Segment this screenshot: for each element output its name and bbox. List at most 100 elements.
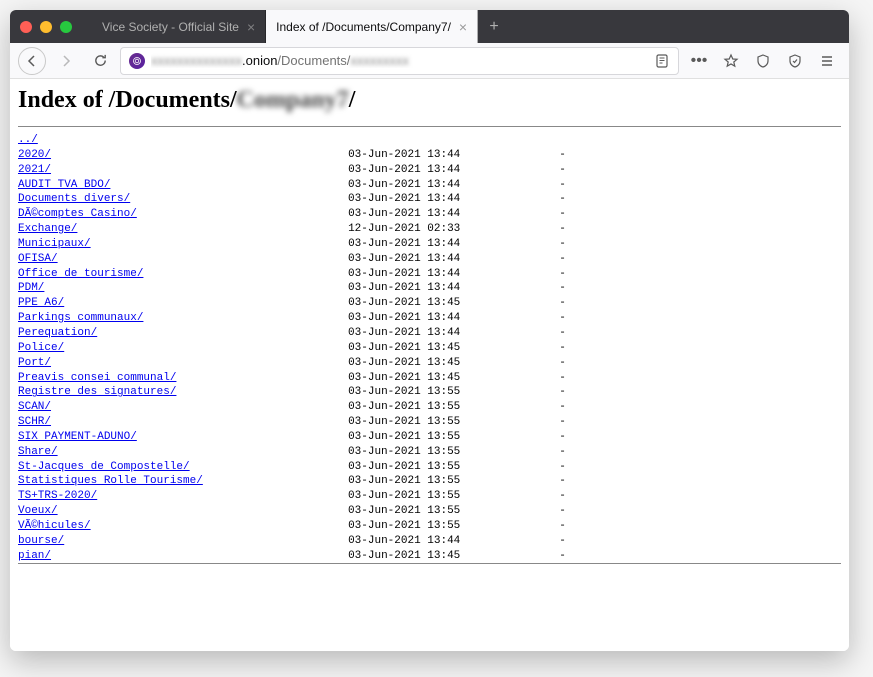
url-host-blurred: xxxxxxxxxxxxxx (151, 53, 242, 68)
directory-link[interactable]: DÃ©comptes Casino/ (18, 208, 137, 220)
more-actions-icon[interactable]: ••• (685, 47, 713, 75)
list-item: TS+TRS-2020/ 03-Jun-2021 13:55 - (18, 489, 841, 504)
list-item: OFISA/ 03-Jun-2021 13:44 - (18, 252, 841, 267)
list-item: Municipaux/ 03-Jun-2021 13:44 - (18, 237, 841, 252)
arrow-left-icon (24, 53, 40, 69)
tab-title: Index of /Documents/Company7/ (276, 20, 451, 34)
list-item: Parkings communaux/ 03-Jun-2021 13:44 - (18, 311, 841, 326)
list-item: SCAN/ 03-Jun-2021 13:55 - (18, 400, 841, 415)
list-item: Statistiques Rolle Tourisme/ 03-Jun-2021… (18, 474, 841, 489)
directory-link[interactable]: AUDIT TVA BDO/ (18, 179, 110, 191)
list-item: 2020/ 03-Jun-2021 13:44 - (18, 148, 841, 163)
list-item: Perequation/ 03-Jun-2021 13:44 - (18, 326, 841, 341)
directory-link[interactable]: Exchange/ (18, 223, 77, 235)
list-item: pian/ 03-Jun-2021 13:45 - (18, 549, 841, 564)
toolbar-right: ••• (685, 47, 841, 75)
url-path: /Documents/ (277, 53, 350, 68)
menu-icon[interactable] (813, 47, 841, 75)
nav-bar: xxxxxxxxxxxxxx.onion/Documents/xxxxxxxxx… (10, 43, 849, 79)
security-level-icon[interactable] (781, 47, 809, 75)
directory-link[interactable]: bourse/ (18, 535, 64, 547)
directory-link[interactable]: Police/ (18, 342, 64, 354)
heading-blurred: Company7 (237, 87, 349, 113)
directory-link[interactable]: Parkings communaux/ (18, 312, 143, 324)
directory-listing: ../ 2020/ 03-Jun-2021 13:44 -2021/ 03-Jun… (18, 133, 841, 563)
directory-link[interactable]: Documents divers/ (18, 193, 130, 205)
tab-inactive[interactable]: Vice Society - Official Site × (92, 10, 266, 43)
list-item: St-Jacques de Compostelle/ 03-Jun-2021 1… (18, 460, 841, 475)
list-item: SIX PAYMENT-ADUNO/ 03-Jun-2021 13:55 - (18, 430, 841, 445)
url-bar[interactable]: xxxxxxxxxxxxxx.onion/Documents/xxxxxxxxx (120, 47, 679, 75)
list-item: Documents divers/ 03-Jun-2021 13:44 - (18, 192, 841, 207)
directory-link[interactable]: Voeux/ (18, 505, 58, 517)
url-onion: .onion (242, 53, 277, 68)
divider-bottom (18, 563, 841, 564)
bookmark-star-icon[interactable] (717, 47, 745, 75)
directory-link[interactable]: SCAN/ (18, 401, 51, 413)
list-item: 2021/ 03-Jun-2021 13:44 - (18, 163, 841, 178)
directory-link[interactable]: St-Jacques de Compostelle/ (18, 461, 190, 473)
tab-bar: Vice Society - Official Site × Index of … (10, 10, 849, 43)
directory-link[interactable]: 2020/ (18, 149, 51, 161)
browser-window: Vice Society - Official Site × Index of … (10, 10, 849, 651)
directory-link[interactable]: 2021/ (18, 164, 51, 176)
back-button[interactable] (18, 47, 46, 75)
tab-title: Vice Society - Official Site (102, 20, 239, 34)
tabs: Vice Society - Official Site × Index of … (92, 10, 510, 43)
directory-link[interactable]: Statistiques Rolle Tourisme/ (18, 475, 203, 487)
list-item: bourse/ 03-Jun-2021 13:44 - (18, 534, 841, 549)
page-content: Index of /Documents/Company7/ ../ 2020/ 0… (10, 79, 849, 651)
list-item: PDM/ 03-Jun-2021 13:44 - (18, 281, 841, 296)
window-minimize[interactable] (40, 21, 52, 33)
directory-link[interactable]: TS+TRS-2020/ (18, 490, 97, 502)
new-tab-button[interactable]: + (478, 10, 510, 43)
divider (18, 126, 841, 127)
list-item: PPE A6/ 03-Jun-2021 13:45 - (18, 296, 841, 311)
directory-link[interactable]: PDM/ (18, 282, 44, 294)
window-close[interactable] (20, 21, 32, 33)
traffic-lights (20, 21, 82, 33)
window-maximize[interactable] (60, 21, 72, 33)
directory-link[interactable]: Municipaux/ (18, 238, 91, 250)
list-item: Police/ 03-Jun-2021 13:45 - (18, 341, 841, 356)
arrow-right-icon (58, 53, 74, 69)
directory-link[interactable]: pian/ (18, 550, 51, 562)
list-item: VÃ©hicules/ 03-Jun-2021 13:55 - (18, 519, 841, 534)
directory-link[interactable]: Port/ (18, 357, 51, 369)
tab-close-icon[interactable]: × (247, 19, 255, 35)
directory-link[interactable]: VÃ©hicules/ (18, 520, 91, 532)
reload-button[interactable] (86, 47, 114, 75)
list-item: Exchange/ 12-Jun-2021 02:33 - (18, 222, 841, 237)
directory-link[interactable]: OFISA/ (18, 253, 58, 265)
tab-close-icon[interactable]: × (459, 19, 467, 35)
reload-icon (93, 53, 108, 68)
parent-dir-link[interactable]: ../ (18, 134, 38, 146)
url-path-blurred: xxxxxxxxx (350, 53, 409, 68)
heading-prefix: Index of /Documents/ (18, 87, 237, 113)
list-item: Office de tourisme/ 03-Jun-2021 13:44 - (18, 267, 841, 282)
tab-active[interactable]: Index of /Documents/Company7/ × (266, 10, 478, 43)
page-title: Index of /Documents/Company7/ (18, 87, 841, 114)
forward-button (52, 47, 80, 75)
list-item: SCHR/ 03-Jun-2021 13:55 - (18, 415, 841, 430)
parent-dir-row: ../ (18, 133, 841, 148)
directory-link[interactable]: PPE A6/ (18, 297, 64, 309)
directory-link[interactable]: SIX PAYMENT-ADUNO/ (18, 431, 137, 443)
onion-site-icon (129, 53, 145, 69)
directory-link[interactable]: SCHR/ (18, 416, 51, 428)
directory-link[interactable]: Perequation/ (18, 327, 97, 339)
list-item: AUDIT TVA BDO/ 03-Jun-2021 13:44 - (18, 178, 841, 193)
list-item: Preavis consei communal/ 03-Jun-2021 13:… (18, 371, 841, 386)
directory-link[interactable]: Office de tourisme/ (18, 268, 143, 280)
directory-link[interactable]: Share/ (18, 446, 58, 458)
heading-suffix: / (349, 87, 356, 113)
directory-link[interactable]: Registre des signatures/ (18, 386, 176, 398)
directory-link[interactable]: Preavis consei communal/ (18, 372, 176, 384)
list-item: DÃ©comptes Casino/ 03-Jun-2021 13:44 - (18, 207, 841, 222)
url-text: xxxxxxxxxxxxxx.onion/Documents/xxxxxxxxx (151, 53, 648, 68)
list-item: Share/ 03-Jun-2021 13:55 - (18, 445, 841, 460)
reader-mode-icon[interactable] (654, 53, 670, 69)
shield-icon[interactable] (749, 47, 777, 75)
list-item: Port/ 03-Jun-2021 13:45 - (18, 356, 841, 371)
list-item: Registre des signatures/ 03-Jun-2021 13:… (18, 385, 841, 400)
